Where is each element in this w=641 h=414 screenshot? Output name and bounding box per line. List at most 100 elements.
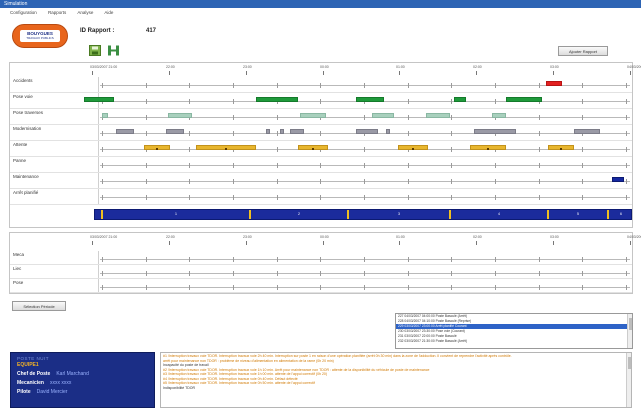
gantt-bar-pose-traverse[interactable]: [102, 113, 108, 118]
track-tick: [582, 195, 583, 200]
track-tick: [102, 257, 103, 262]
axis-tick: [323, 241, 324, 245]
gantt-bar-pose-traverse[interactable]: [168, 113, 192, 118]
gantt-bar-attente[interactable]: [548, 145, 574, 150]
gantt-track: [100, 273, 630, 274]
row-separator: [98, 77, 99, 92]
select-period-button[interactable]: Sélection Période: [12, 301, 66, 311]
gantt-bar-maintenance[interactable]: [612, 177, 624, 182]
track-tick: [582, 271, 583, 276]
track-tick: [408, 131, 409, 136]
track-tick: [408, 195, 409, 200]
crew-member-row: Pilote David Mercier: [17, 389, 68, 395]
row-separator: [98, 125, 99, 140]
track-tick: [408, 99, 409, 104]
gantt-bar-modernisation[interactable]: [280, 129, 284, 134]
gantt-row-label: Accidents: [13, 78, 33, 83]
track-tick: [102, 179, 103, 184]
save-icon[interactable]: [88, 44, 102, 56]
track-tick: [408, 179, 409, 184]
track-tick: [539, 131, 540, 136]
strip-segment-label: 6: [620, 212, 622, 216]
track-tick: [146, 271, 147, 276]
track-tick: [189, 285, 190, 290]
track-tick: [364, 257, 365, 262]
gantt-row-maintenance: Maintenance: [10, 173, 632, 189]
gantt-bar-modernisation[interactable]: [116, 129, 134, 134]
gantt-bar-modernisation[interactable]: [574, 129, 600, 134]
gantt-bar-accidents[interactable]: [546, 81, 562, 86]
bar-marker: [156, 147, 158, 150]
row-separator: [98, 189, 99, 204]
track-tick: [582, 99, 583, 104]
track-tick: [539, 195, 540, 200]
bar-marker: [312, 147, 314, 150]
gantt-bar-attente[interactable]: [196, 145, 256, 150]
log-scrollbar[interactable]: [626, 353, 631, 407]
track-tick: [277, 83, 278, 88]
gantt-bar-pose[interactable]: [506, 97, 542, 102]
menu-item-configuration[interactable]: Configuration: [10, 10, 37, 15]
gantt-row-label: Pose: [13, 280, 24, 285]
axis-tick: [92, 241, 93, 245]
gantt-bar-modernisation[interactable]: [356, 129, 378, 134]
axis-tick-label: 01:00: [396, 65, 405, 69]
gantt-track: [100, 165, 630, 166]
axis-tick: [246, 71, 247, 75]
track-tick: [364, 163, 365, 168]
strip-separator: [347, 210, 349, 219]
gantt-row-label: Modernisation: [13, 126, 42, 131]
team-label: EQUIPE1: [17, 362, 39, 368]
axis-tick-label: 22:00: [166, 65, 175, 69]
track-tick: [495, 285, 496, 290]
gantt-row-liec: Liec: [10, 265, 632, 279]
menu-item-aide[interactable]: Aide: [104, 10, 113, 15]
gantt-bar-modernisation[interactable]: [266, 129, 270, 134]
axis-tick-label: 02:00: [473, 65, 482, 69]
track-tick: [626, 99, 627, 104]
company-logo: BOUYGUES TRAVAUX PUBLICS: [12, 24, 68, 48]
gantt-bar-attente[interactable]: [398, 145, 428, 150]
gantt-row-label: Pose traverses: [13, 110, 44, 115]
track-tick: [233, 83, 234, 88]
gantt-bar-pose-traverse[interactable]: [492, 113, 506, 118]
gantt-bar-pose[interactable]: [256, 97, 298, 102]
gantt-bar-pose[interactable]: [84, 97, 114, 102]
axis-tick: [399, 71, 400, 75]
gantt-bar-pose-traverse[interactable]: [300, 113, 326, 118]
gantt-bottom-time-axis: 03/03/2007 21:00 22:00 23:00 00:00 01:00 02:0…: [90, 235, 641, 245]
gantt-bar-modernisation[interactable]: [290, 129, 304, 134]
event-list-item[interactable]: 232 03/03/2007 21:30:00 Poste Basculé (A…: [396, 339, 632, 344]
event-list-scrollbar[interactable]: [627, 314, 632, 348]
track-tick: [626, 285, 627, 290]
track-tick: [451, 285, 452, 290]
gantt-bar-pose[interactable]: [356, 97, 384, 102]
menu-item-rapports[interactable]: Rapports: [48, 10, 66, 15]
gantt-bar-pose-traverse[interactable]: [426, 113, 450, 118]
event-listbox[interactable]: 227 04/03/2007 04:00:00 Poste Basculé (A…: [395, 313, 633, 349]
gantt-bar-modernisation[interactable]: [474, 129, 516, 134]
track-tick: [451, 271, 452, 276]
gantt-bar-attente[interactable]: [298, 145, 328, 150]
track-tick: [233, 131, 234, 136]
gantt-bar-pose[interactable]: [454, 97, 466, 102]
event-log-panel[interactable]: #1 /Interruption travaux voie TDOR. Inte…: [160, 352, 632, 408]
gantt-bar-attente[interactable]: [144, 145, 170, 150]
network-icon[interactable]: [106, 44, 120, 56]
axis-tick-label: 02:00: [473, 235, 482, 239]
gantt-row-arret-planifie: Arrêt planifié: [10, 189, 632, 205]
crew-panel: POSTE NUIT EQUIPE1 Chef de Poste Karl Mar…: [10, 352, 155, 408]
track-tick: [233, 257, 234, 262]
strip-segment-label: 3: [398, 212, 400, 216]
axis-tick-label: 04/03/2007 04:00: [627, 235, 641, 239]
timeline-strip[interactable]: 1 2 3 4 5 6: [94, 209, 632, 220]
gantt-bar-pose-traverse[interactable]: [372, 113, 394, 118]
gantt-bar-modernisation[interactable]: [386, 129, 390, 134]
gantt-bar-modernisation[interactable]: [166, 129, 184, 134]
menu-item-analyse[interactable]: Analyse: [77, 10, 93, 15]
track-tick: [626, 131, 627, 136]
add-report-button[interactable]: Ajouter Rapport: [558, 46, 608, 56]
track-tick: [408, 257, 409, 262]
gantt-bar-attente[interactable]: [470, 145, 506, 150]
track-tick: [189, 195, 190, 200]
